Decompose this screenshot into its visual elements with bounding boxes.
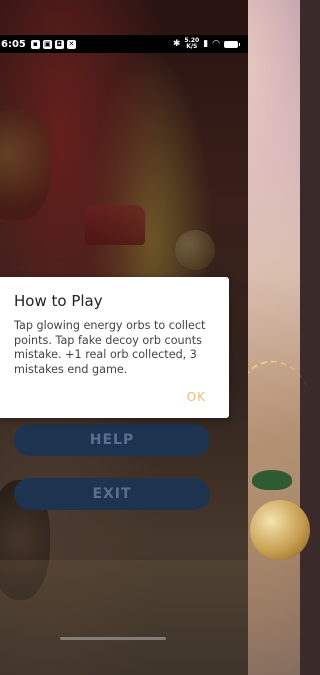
navigation-handle[interactable]: [60, 637, 166, 640]
status-left-icons: ▪ ▣ ◘ ✕: [30, 39, 76, 49]
ok-button[interactable]: OK: [187, 390, 206, 404]
dialog-title: How to Play: [14, 292, 103, 310]
how-to-play-dialog: How to Play Tap glowing energy orbs to c…: [0, 277, 229, 418]
dialog-message: Tap glowing energy orbs to collect point…: [14, 319, 206, 376]
status-right-icons: ✱ 5.20 K/S ▮ ◠: [172, 38, 240, 50]
wifi-icon: ◠: [212, 39, 220, 49]
holly-decoration: [252, 470, 292, 490]
bluetooth-icon: ✱: [172, 39, 181, 49]
battery-icon: [224, 40, 240, 48]
sim-icon: ▮: [203, 39, 209, 49]
app-icon: ◘: [54, 39, 64, 49]
gold-ornament-decoration: [250, 500, 310, 560]
notification-icon: ▪: [30, 39, 40, 49]
tools-icon: ✕: [66, 39, 76, 49]
network-speed: 5.20 K/S: [184, 38, 199, 50]
exit-button[interactable]: EXIT: [14, 478, 210, 510]
image-icon: ▣: [42, 39, 52, 49]
status-time: 6:05: [1, 38, 26, 50]
network-speed-unit: K/S: [186, 43, 198, 50]
help-button[interactable]: HELP: [14, 424, 210, 456]
status-bar: 6:05 ▪ ▣ ◘ ✕ ✱ 5.20 K/S ▮ ◠: [0, 35, 248, 53]
